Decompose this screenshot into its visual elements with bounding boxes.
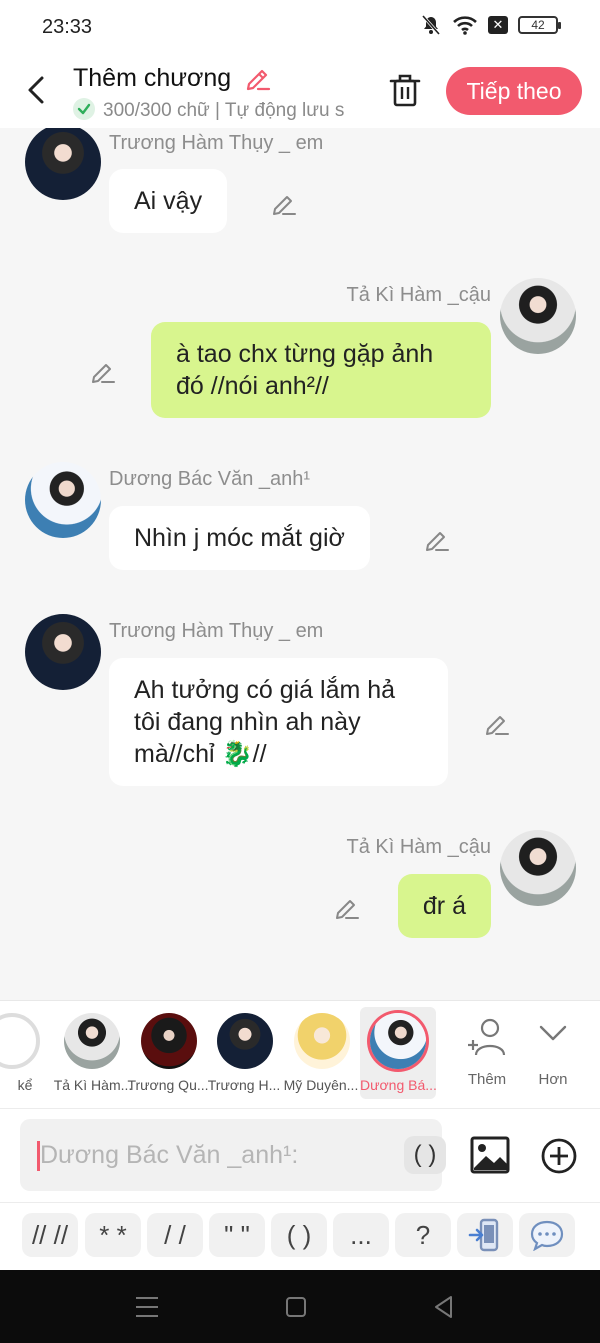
back-arrow-icon[interactable] [20, 70, 54, 110]
message-bubble[interactable]: đr á [397, 874, 491, 938]
character-label: Trương Qu... [127, 1077, 209, 1093]
word-count-text: 300/300 chữ | Tự động lưu s [103, 100, 345, 121]
phone-arrow-icon [468, 1218, 499, 1252]
character-label: Tả Kì Hàm... [53, 1077, 133, 1093]
message-author: Dương Bác Văn _anh¹ [109, 468, 311, 490]
status-icons: ✕ 42 [420, 14, 561, 36]
message-author: Trương Hàm Thụy _ em [109, 620, 324, 642]
phone-action-button[interactable] [457, 1213, 513, 1257]
header-bar: Thêm chương 300/300 chữ | Tự động lưu s … [0, 52, 600, 128]
edit-title-icon[interactable] [244, 64, 272, 92]
symbol-toolbar: // // * * / / " " ( ) ... ? [0, 1202, 600, 1270]
character-avatar [294, 1013, 350, 1069]
avatar[interactable] [25, 128, 101, 200]
add-person-icon [468, 1018, 506, 1056]
avatar[interactable] [25, 462, 101, 538]
character-item[interactable]: Tả Kì Hàm... [53, 1001, 133, 1107]
message-author: Tả Kì Hàm _cậu [346, 836, 491, 858]
message-line: mà//chỉ 🐉// [134, 740, 267, 768]
character-avatar [370, 1013, 426, 1069]
character-item[interactable]: Mỹ Duyên... [283, 1001, 361, 1107]
edit-message-icon[interactable] [89, 358, 117, 386]
message-line: Ah tưởng có giá lắm hả [134, 676, 396, 704]
add-circle-icon[interactable] [540, 1137, 578, 1175]
status-time: 23:33 [42, 16, 93, 38]
edit-message-icon[interactable] [483, 710, 511, 738]
edit-message-icon[interactable] [270, 190, 298, 218]
avatar[interactable] [500, 830, 576, 906]
chat-bubble-button[interactable] [519, 1213, 575, 1257]
symbol-question[interactable]: ? [395, 1213, 451, 1257]
trash-icon[interactable] [388, 72, 422, 108]
character-item-selected[interactable]: Dương Bá... [360, 1007, 436, 1099]
chevron-down-icon [539, 1025, 567, 1041]
edit-message-icon[interactable] [333, 894, 361, 922]
character-label: Mỹ Duyên... [283, 1077, 359, 1093]
add-character-label: Thêm [467, 1071, 507, 1088]
character-label: Dương Bá... [360, 1077, 436, 1093]
next-button[interactable]: Tiếp theo [446, 67, 582, 115]
character-item[interactable]: Trương H... [207, 1001, 283, 1107]
character-label: Trương H... [207, 1077, 281, 1093]
edit-message-icon[interactable] [423, 526, 451, 554]
wifi-icon [453, 16, 477, 35]
speech-bubble-icon [530, 1220, 564, 1252]
message-line: tôi đang nhìn ah này [134, 708, 361, 736]
symbol-double-slash[interactable]: // // [22, 1213, 78, 1257]
more-label: Hơn [538, 1071, 568, 1088]
message-bubble[interactable]: Ai vậy [109, 169, 228, 233]
sim-x-icon: ✕ [488, 16, 508, 34]
avatar[interactable] [25, 614, 101, 690]
message-bubble[interactable]: Nhìn j móc mắt giờ [109, 506, 370, 570]
message-author: Tả Kì Hàm _cậu [346, 284, 491, 306]
symbol-quotes[interactable]: " " [209, 1213, 265, 1257]
save-status: 300/300 chữ | Tự động lưu s [73, 98, 363, 124]
narrator-avatar [0, 1013, 40, 1069]
home-icon[interactable] [285, 1296, 307, 1318]
character-item[interactable]: Trương Qu... [127, 1001, 209, 1107]
message-line: đó //nói anh²// [176, 372, 329, 400]
parenthesis-button[interactable]: ( ) [404, 1136, 446, 1174]
battery-icon: 42 [518, 16, 561, 34]
image-icon[interactable] [470, 1135, 510, 1175]
input-bar: Dương Bác Văn _anh¹: ( ) [0, 1108, 600, 1202]
message-author: Trương Hàm Thụy _ em [109, 132, 324, 154]
symbol-asterisk[interactable]: * * [85, 1213, 141, 1257]
message-line: à tao chx từng gặp ảnh [176, 340, 434, 368]
input-placeholder: Dương Bác Văn _anh¹: [40, 1141, 299, 1169]
symbol-ellipsis[interactable]: ... [333, 1213, 389, 1257]
character-avatar [217, 1013, 273, 1069]
character-selector: kể Tả Kì Hàm... Trương Qu... Trương H...… [0, 1000, 600, 1108]
message-bubble[interactable]: Ah tưởng có giá lắm hả tôi đang nhìn ah … [109, 658, 448, 786]
symbol-slash[interactable]: / / [147, 1213, 203, 1257]
message-line: Nhìn j móc mắt giờ [134, 524, 345, 552]
status-bar: 23:33 ✕ 42 [0, 0, 600, 52]
add-character-button[interactable]: Thêm [452, 1001, 522, 1107]
chat-area: Trương Hàm Thụy _ em Ai vậy Tả Kì Hàm _c… [0, 128, 600, 1000]
character-avatar [141, 1013, 197, 1069]
symbol-parens[interactable]: ( ) [271, 1213, 327, 1257]
check-icon [73, 98, 95, 120]
avatar[interactable] [500, 278, 576, 354]
message-line: Ai vậy [134, 187, 203, 215]
system-nav-bar [0, 1270, 600, 1343]
message-input[interactable]: Dương Bác Văn _anh¹: ( ) [20, 1119, 446, 1191]
menu-icon[interactable] [134, 1295, 160, 1319]
character-avatar [64, 1013, 120, 1069]
page-title: Thêm chương [73, 64, 232, 92]
character-narrator[interactable]: kể [0, 1001, 50, 1107]
message-bubble[interactable]: à tao chx từng gặp ảnh đó //nói anh²// [151, 322, 491, 418]
message-line: đr á [422, 892, 466, 920]
mute-bell-icon [421, 15, 441, 35]
character-label: kể [17, 1077, 33, 1093]
back-triangle-icon[interactable] [432, 1294, 454, 1320]
more-button[interactable]: Hơn [518, 1001, 588, 1107]
